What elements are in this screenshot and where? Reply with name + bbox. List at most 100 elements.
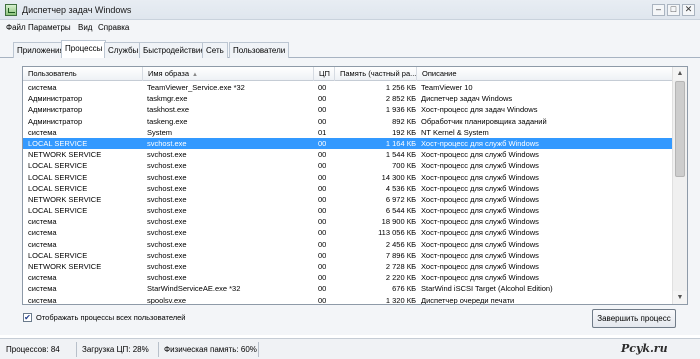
cell-memory: 2 220 КБ — [385, 273, 416, 283]
tab-processes[interactable]: Процессы — [61, 40, 107, 58]
table-row[interactable]: система System 01 192 КБ NT Kernel & System — [23, 127, 672, 138]
cell-cpu: 00 — [318, 138, 327, 148]
end-process-button[interactable]: Завершить процесс — [592, 309, 676, 328]
table-row[interactable]: система svchost.exe 00 2 220 КБ Хост-процесс… — [23, 272, 672, 283]
cell-cpu: 00 — [318, 161, 327, 171]
show-all-users-checkbox[interactable]: ✔ — [23, 313, 32, 322]
scroll-thumb[interactable] — [675, 81, 685, 177]
minimize-button[interactable]: – — [652, 4, 665, 16]
table-header: Пользователь Имя образа ▲ ЦП Память (част… — [23, 67, 687, 81]
cell-description: Обработчик планировщика заданий — [421, 116, 547, 126]
cell-user: NETWORK SERVICE — [28, 194, 102, 204]
cell-memory: 2 852 КБ — [385, 94, 416, 104]
cell-image-name: svchost.exe — [147, 217, 187, 227]
process-table[interactable]: Пользователь Имя образа ▲ ЦП Память (част… — [22, 66, 688, 305]
cell-memory: 113 056 КБ — [378, 228, 416, 238]
cell-user: LOCAL SERVICE — [28, 206, 88, 216]
cell-user: LOCAL SERVICE — [28, 161, 88, 171]
maximize-button[interactable]: □ — [667, 4, 680, 16]
menu-options[interactable]: Параметры — [28, 23, 71, 32]
table-row[interactable]: NETWORK SERVICE svchost.exe 00 2 728 КБ Хост… — [23, 261, 672, 272]
cell-image-name: svchost.exe — [147, 172, 187, 182]
cell-user: система — [28, 83, 57, 92]
cell-user: система — [28, 127, 57, 137]
table-row[interactable]: LOCAL SERVICE svchost.exe 00 6 544 КБ Хост-п… — [23, 205, 672, 216]
menu-help[interactable]: Справка — [98, 23, 129, 32]
title-bar[interactable]: Диспетчер задач Windows – □ ✕ — [0, 0, 700, 20]
table-row[interactable]: система TeamViewer_Service.exe *32 00 1 256… — [23, 82, 672, 93]
cell-cpu: 00 — [318, 94, 327, 104]
table-row[interactable]: система StarWindServiceAE.exe *32 00 676 КБ… — [23, 283, 672, 294]
cell-cpu: 00 — [318, 183, 327, 193]
column-header-description[interactable]: Описание — [417, 67, 672, 81]
table-row[interactable]: LOCAL SERVICE svchost.exe 00 4 536 КБ Хост-п… — [23, 183, 672, 194]
cell-image-name: svchost.exe — [147, 138, 187, 148]
task-manager-icon — [5, 4, 17, 16]
cell-memory: 1 936 КБ — [385, 105, 416, 115]
vertical-scrollbar[interactable]: ▲ ▼ — [672, 67, 687, 304]
cell-cpu: 00 — [318, 116, 327, 126]
table-row[interactable]: LOCAL SERVICE svchost.exe 00 700 КБ Хост-про… — [23, 160, 672, 171]
cell-cpu: 00 — [318, 295, 327, 305]
cell-cpu: 00 — [318, 172, 327, 182]
table-row[interactable]: система svchost.exe 00 113 056 КБ Хост-проце… — [23, 227, 672, 238]
tab-applications[interactable]: Приложения — [13, 42, 68, 58]
tab-users[interactable]: Пользователи — [229, 42, 290, 58]
cell-description: Хост-процесс для служб Windows — [421, 206, 539, 216]
cell-memory: 4 536 КБ — [385, 183, 416, 193]
tab-performance[interactable]: Быстродействие — [139, 42, 209, 58]
cell-memory: 2 456 КБ — [385, 239, 416, 249]
cell-cpu: 00 — [318, 228, 327, 238]
menu-view[interactable]: Вид — [78, 23, 92, 32]
cell-description: Хост-процесс для служб Windows — [421, 194, 539, 204]
table-row[interactable]: LOCAL SERVICE svchost.exe 00 14 300 КБ Хост-… — [23, 172, 672, 183]
cell-description: Хост-процесс для служб Windows — [421, 150, 539, 160]
column-header-cpu[interactable]: ЦП — [314, 67, 335, 81]
table-row[interactable]: LOCAL SERVICE svchost.exe 00 1 164 КБ Хост-п… — [23, 137, 672, 150]
table-row[interactable]: NETWORK SERVICE svchost.exe 00 6 972 КБ Хост… — [23, 194, 672, 205]
cell-description: Хост-процесс для служб Windows — [421, 228, 539, 238]
menu-file[interactable]: Файл — [6, 23, 26, 32]
close-button[interactable]: ✕ — [682, 4, 695, 16]
cell-memory: 892 КБ — [392, 116, 416, 126]
cell-user: Администратор — [28, 116, 83, 126]
table-row[interactable]: Администратор taskeng.exe 00 892 КБ Обработч… — [23, 116, 672, 127]
cell-user: система — [28, 228, 57, 238]
cell-memory: 1 544 КБ — [385, 150, 416, 160]
cell-image-name: TeamViewer_Service.exe *32 — [147, 83, 245, 92]
status-cpu-usage: Загрузка ЦП: 28% — [82, 345, 149, 354]
table-row[interactable]: система svchost.exe 00 18 900 КБ Хост-процес… — [23, 216, 672, 227]
table-row[interactable]: система spoolsv.exe 00 1 320 КБ Диспетчер оч… — [23, 295, 672, 305]
column-header-memory[interactable]: Память (частный ра... — [335, 67, 417, 81]
table-row[interactable]: Администратор taskmgr.exe 00 2 852 КБ Диспет… — [23, 93, 672, 104]
column-header-user[interactable]: Пользователь — [23, 67, 143, 81]
cell-cpu: 00 — [318, 217, 327, 227]
cell-memory: 2 728 КБ — [385, 262, 416, 271]
table-row[interactable]: Администратор taskhost.exe 00 1 936 КБ Хост-… — [23, 104, 672, 115]
status-divider — [158, 342, 159, 357]
cell-description: Хост-процесс для служб Windows — [421, 138, 539, 148]
column-header-image-name[interactable]: Имя образа ▲ — [143, 67, 314, 81]
cell-image-name: svchost.exe — [147, 250, 187, 260]
cell-user: Администратор — [28, 105, 83, 115]
table-row[interactable]: NETWORK SERVICE svchost.exe 00 1 544 КБ Хост… — [23, 149, 672, 160]
cell-cpu: 00 — [318, 239, 327, 249]
site-watermark: Pcyk.ru — [621, 342, 668, 355]
table-row[interactable]: система svchost.exe 00 2 456 КБ Хост-процесс… — [23, 239, 672, 250]
scroll-down-icon[interactable]: ▼ — [673, 291, 687, 304]
cell-memory: 1 320 КБ — [385, 295, 416, 305]
cell-image-name: svchost.exe — [147, 228, 187, 238]
cell-memory: 18 900 КБ — [381, 217, 416, 227]
cell-description: Хост-процесс для служб Windows — [421, 273, 539, 283]
scroll-up-icon[interactable]: ▲ — [673, 67, 687, 80]
cell-description: NT Kernel & System — [421, 127, 489, 137]
tab-network[interactable]: Сеть — [202, 42, 228, 58]
cell-image-name: svchost.exe — [147, 262, 187, 271]
cell-image-name: svchost.exe — [147, 161, 187, 171]
processes-panel: Пользователь Имя образа ▲ ЦП Память (част… — [0, 58, 700, 335]
cell-image-name: taskmgr.exe — [147, 94, 188, 104]
cell-cpu: 00 — [318, 262, 327, 271]
cell-cpu: 01 — [318, 127, 327, 137]
table-row[interactable]: LOCAL SERVICE svchost.exe 00 7 896 КБ Хост-п… — [23, 250, 672, 261]
tab-services[interactable]: Службы — [104, 42, 143, 58]
